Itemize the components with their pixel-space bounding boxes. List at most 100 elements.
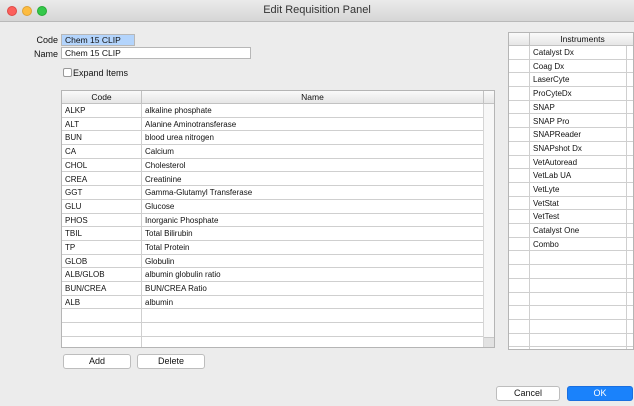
instrument-extra-cell <box>627 279 633 293</box>
instrument-row-header[interactable] <box>509 224 529 238</box>
instrument-cell[interactable]: SNAPshot Dx <box>530 142 626 156</box>
instrument-cell[interactable] <box>530 252 626 266</box>
item-code-cell[interactable]: CHOL <box>62 159 141 173</box>
instrument-cell[interactable] <box>530 347 626 349</box>
instrument-extra-cell <box>627 320 633 334</box>
instrument-row-header[interactable] <box>509 142 529 156</box>
name-input[interactable] <box>61 47 251 59</box>
delete-button[interactable]: Delete <box>137 354 205 369</box>
item-code-cell[interactable]: ALB/GLOB <box>62 268 141 283</box>
item-name-cell[interactable]: Total Protein <box>142 241 483 255</box>
add-button[interactable]: Add <box>63 354 131 369</box>
instrument-cell[interactable]: ProCyteDx <box>530 87 626 101</box>
item-code-cell[interactable] <box>62 323 141 337</box>
instrument-cell[interactable] <box>530 320 626 334</box>
instrument-row-header[interactable] <box>509 347 529 349</box>
item-name-cell[interactable]: Total Bilirubin <box>142 227 483 241</box>
item-code-cell[interactable]: GGT <box>62 186 141 200</box>
item-code-cell[interactable]: GLU <box>62 200 141 214</box>
instrument-cell[interactable]: SNAPReader <box>530 128 626 142</box>
instrument-row-header[interactable] <box>509 334 529 348</box>
instrument-row-header[interactable] <box>509 279 529 293</box>
instruments-table[interactable]: Instruments Catalyst Dx Coag Dx LaserCyte P… <box>508 32 634 350</box>
item-name-cell[interactable]: Glucose <box>142 200 483 214</box>
instrument-row-header[interactable] <box>509 183 529 197</box>
item-code-cell[interactable] <box>62 310 141 324</box>
item-code-cell[interactable]: ALT <box>62 118 141 132</box>
instrument-row-header[interactable] <box>509 115 529 129</box>
instrument-cell[interactable]: VetTest <box>530 210 626 225</box>
item-name-cell[interactable]: blood urea nitrogen <box>142 131 483 146</box>
item-name-cell[interactable]: alkaline phosphate <box>142 104 483 118</box>
item-code-cell[interactable]: TBIL <box>62 227 141 241</box>
item-name-cell[interactable]: Gamma-Glutamyl Transferase <box>142 186 483 200</box>
instrument-cell[interactable] <box>530 334 626 348</box>
instrument-row-header[interactable] <box>509 156 529 170</box>
column-header-name[interactable]: Name <box>141 91 483 104</box>
instrument-row-header[interactable] <box>509 169 529 183</box>
instrument-cell[interactable]: SNAP <box>530 101 626 115</box>
item-name-cell[interactable]: Inorganic Phosphate <box>142 214 483 228</box>
item-name-cell[interactable]: BUN/CREA Ratio <box>142 282 483 296</box>
instrument-cell[interactable] <box>530 265 626 279</box>
item-name-cell[interactable] <box>142 323 483 337</box>
code-input[interactable] <box>61 34 135 46</box>
instrument-cell[interactable]: SNAP Pro <box>530 115 626 129</box>
instrument-row-header[interactable] <box>509 265 529 279</box>
items-table[interactable]: Code Name ALKP alkaline phosphate ALT Alani… <box>61 90 495 348</box>
instrument-row-header[interactable] <box>509 238 529 252</box>
instrument-row-header[interactable] <box>509 252 529 266</box>
instrument-row-header[interactable] <box>509 73 529 88</box>
item-name-cell[interactable]: albumin <box>142 296 483 310</box>
item-name-cell[interactable]: Calcium <box>142 145 483 159</box>
column-header-code[interactable]: Code <box>62 91 141 104</box>
column-header-instruments[interactable]: Instruments <box>529 33 633 46</box>
instrument-row-header[interactable] <box>509 128 529 142</box>
item-code-cell[interactable]: CA <box>62 145 141 159</box>
instrument-cell[interactable]: VetAutoread <box>530 156 626 170</box>
item-name-cell[interactable]: Cholesterol <box>142 159 483 173</box>
instrument-extra-cell <box>627 238 633 252</box>
instrument-row-header[interactable] <box>509 60 529 74</box>
instrument-row-header[interactable] <box>509 101 529 115</box>
instrument-row-header[interactable] <box>509 46 529 60</box>
instrument-cell[interactable] <box>530 293 626 307</box>
item-name-cell[interactable]: Globulin <box>142 255 483 269</box>
item-code-cell[interactable]: TP <box>62 241 141 255</box>
instrument-cell[interactable] <box>530 279 626 293</box>
instrument-cell[interactable]: LaserCyte <box>530 73 626 88</box>
item-code-cell[interactable]: PHOS <box>62 214 141 228</box>
instrument-cell[interactable] <box>530 306 626 320</box>
instrument-row-header[interactable] <box>509 293 529 307</box>
item-name-cell[interactable]: Creatinine <box>142 173 483 187</box>
instrument-row-header[interactable] <box>509 210 529 225</box>
item-code-cell[interactable]: GLOB <box>62 255 141 269</box>
item-name-cell[interactable] <box>142 310 483 324</box>
item-code-cell[interactable]: CREA <box>62 173 141 187</box>
instrument-cell[interactable]: Catalyst Dx <box>530 46 626 60</box>
item-name-cell[interactable]: albumin globulin ratio <box>142 268 483 283</box>
instrument-extra-cell <box>627 334 633 348</box>
cancel-button[interactable]: Cancel <box>496 386 560 401</box>
instrument-extra-cell <box>627 252 633 266</box>
instrument-row-header[interactable] <box>509 320 529 334</box>
item-name-cell[interactable]: Alanine Aminotransferase <box>142 118 483 132</box>
instrument-cell[interactable]: VetLab UA <box>530 169 626 183</box>
expand-items-checkbox[interactable] <box>63 68 72 77</box>
instrument-cell[interactable]: Catalyst One <box>530 224 626 238</box>
instrument-row-header[interactable] <box>509 197 529 211</box>
instrument-cell[interactable]: VetStat <box>530 197 626 211</box>
code-label: Code <box>36 35 58 45</box>
instrument-cell[interactable]: VetLyte <box>530 183 626 197</box>
vertical-scrollbar[interactable] <box>483 104 494 347</box>
item-code-cell[interactable]: ALKP <box>62 104 141 118</box>
item-code-cell[interactable]: BUN/CREA <box>62 282 141 296</box>
item-code-cell[interactable]: BUN <box>62 131 141 146</box>
instrument-cell[interactable]: Combo <box>530 238 626 252</box>
instrument-extra-cell <box>627 46 633 60</box>
ok-button[interactable]: OK <box>567 386 633 401</box>
instrument-row-header[interactable] <box>509 306 529 320</box>
instrument-cell[interactable]: Coag Dx <box>530 60 626 74</box>
instrument-row-header[interactable] <box>509 87 529 101</box>
item-code-cell[interactable]: ALB <box>62 296 141 310</box>
